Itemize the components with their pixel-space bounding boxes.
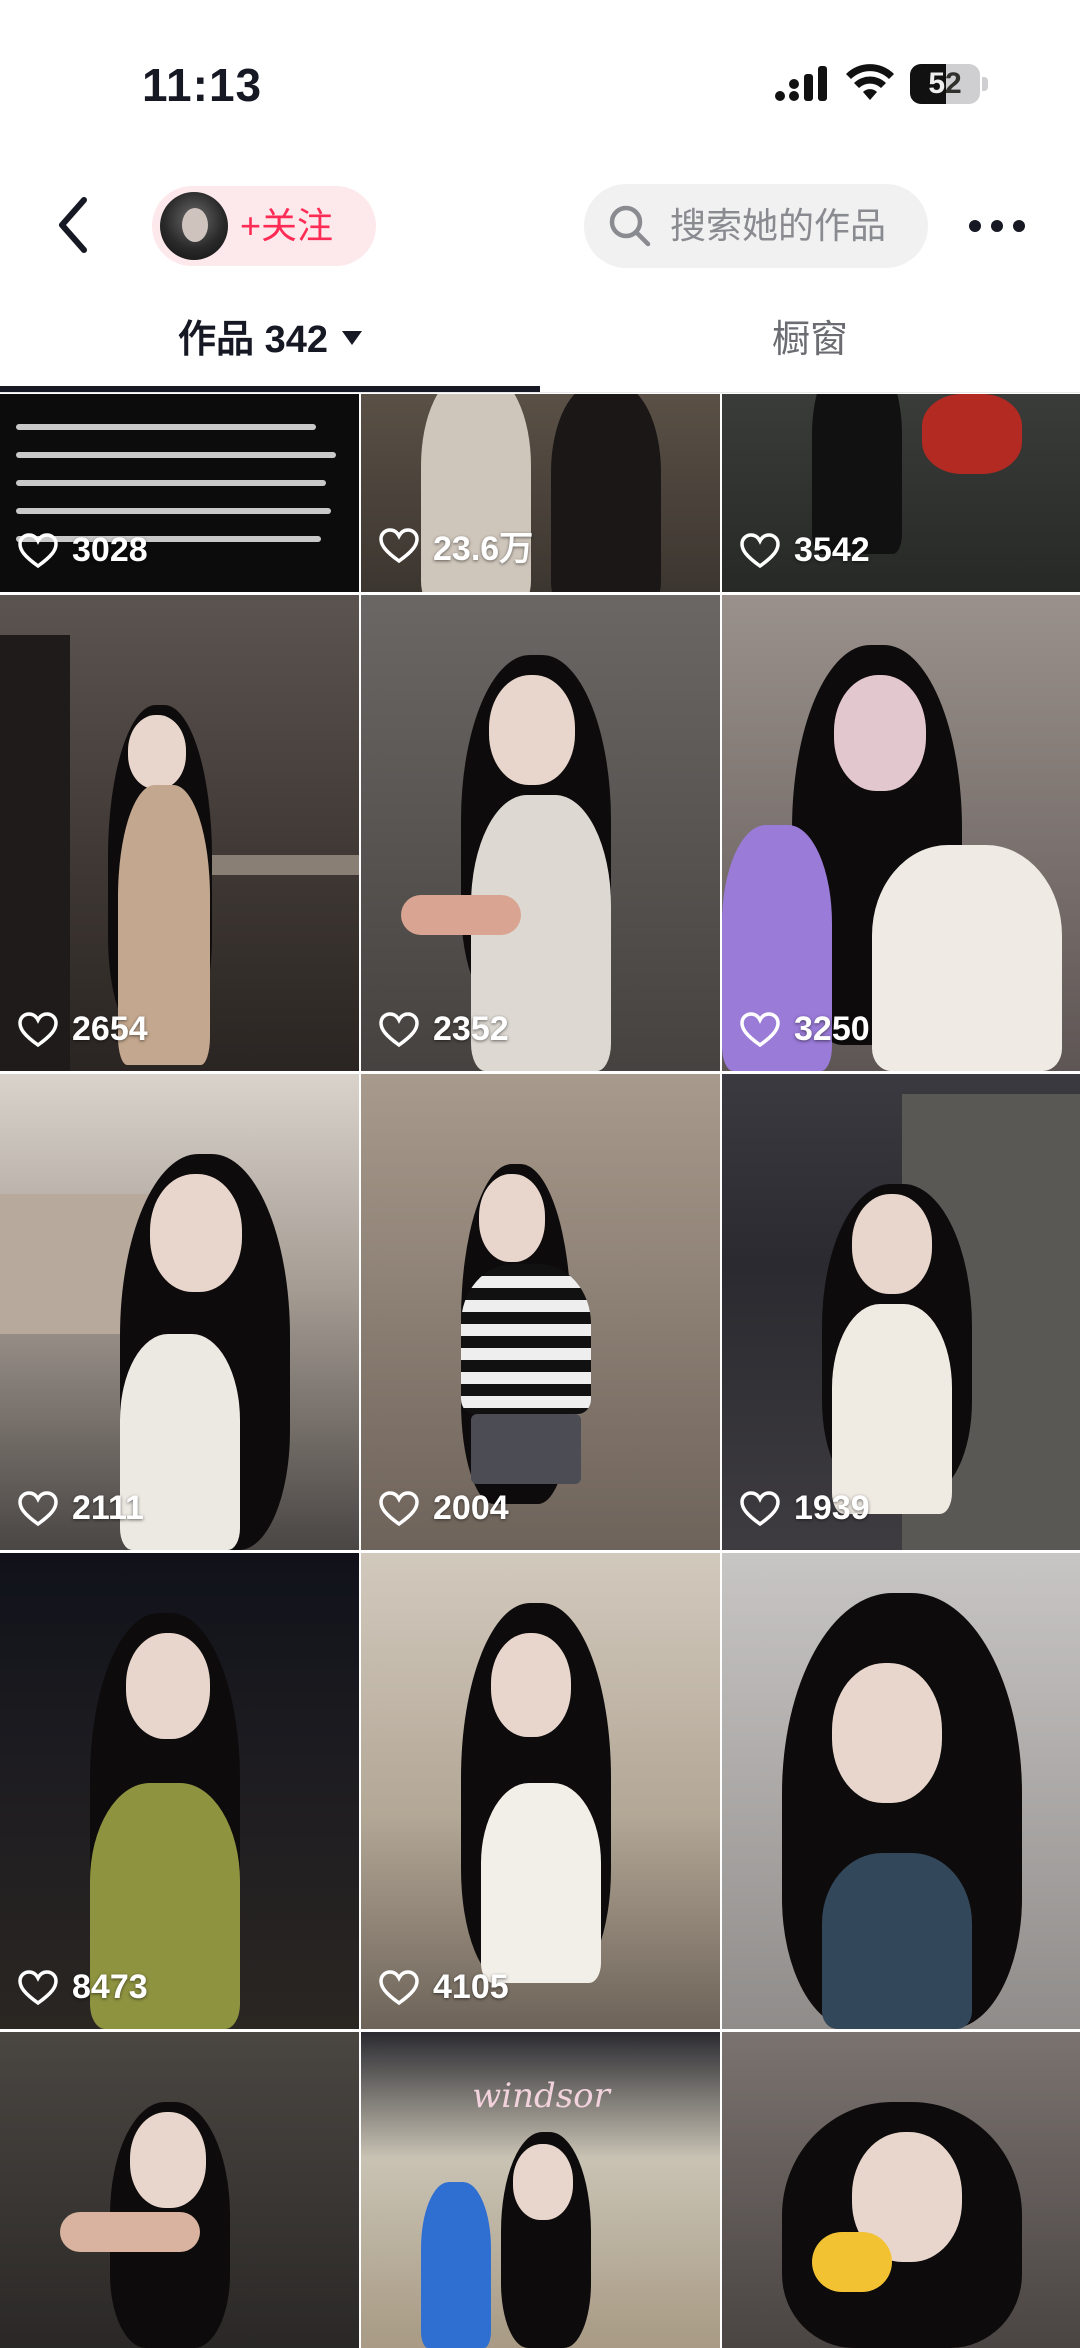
video-thumbnail[interactable]: 23.6万: [361, 394, 720, 592]
battery-icon: 52: [910, 64, 988, 104]
heart-icon: [379, 1490, 419, 1526]
heart-icon: [18, 1011, 58, 1047]
like-count: 3028: [72, 531, 148, 569]
search-icon: [609, 205, 651, 247]
video-thumbnail[interactable]: 2004: [361, 1074, 720, 1550]
heart-icon: [740, 532, 780, 568]
heart-icon: [379, 527, 419, 563]
like-count: 2352: [433, 1010, 509, 1048]
like-count: 4105: [433, 1968, 509, 2006]
like-count: 2111: [72, 1489, 144, 1527]
heart-icon: [18, 1969, 58, 2005]
tab-works-label: 作品 342: [178, 319, 328, 361]
battery-level: 52: [928, 67, 962, 100]
like-count: 8473: [72, 1968, 148, 2006]
like-count: 23.6万: [433, 530, 534, 568]
video-thumbnail[interactable]: 3028: [0, 394, 359, 592]
heart-icon: [18, 1490, 58, 1526]
video-thumbnail[interactable]: 4105: [361, 1553, 720, 2029]
video-thumbnail[interactable]: 1939: [722, 1074, 1080, 1550]
video-thumbnail[interactable]: [0, 2032, 359, 2348]
tab-showcase-label: 橱窗: [771, 319, 848, 361]
video-thumbnail[interactable]: 2352: [361, 595, 720, 1071]
heart-icon: [740, 1490, 780, 1526]
chevron-left-icon[interactable]: [52, 194, 96, 256]
like-count: 3542: [794, 531, 870, 569]
follow-label: +关注: [240, 205, 334, 246]
profile-header: +关注: [0, 160, 1080, 290]
video-thumbnail[interactable]: [722, 1553, 1080, 2029]
wifi-icon: [846, 64, 894, 100]
caret-down-icon[interactable]: [341, 330, 362, 345]
heart-icon: [379, 1011, 419, 1047]
like-count: 3250: [794, 1010, 870, 1048]
more-dots-icon[interactable]: [966, 206, 1028, 246]
like-count: 2654: [72, 1010, 148, 1048]
video-thumbnail[interactable]: 2111: [0, 1074, 359, 1550]
status-time: 11:13: [142, 59, 263, 111]
video-thumbnail[interactable]: 8473: [0, 1553, 359, 2029]
store-sign: windsor: [472, 2076, 610, 2116]
profile-tabs: 作品 342 橱窗: [0, 300, 1080, 394]
divider: [0, 392, 1080, 393]
search-input[interactable]: [670, 184, 920, 268]
video-thumbnail[interactable]: 3250: [722, 595, 1080, 1071]
video-grid: 3028 23.6万 3542 2654 2352 3250 2111 2004…: [0, 394, 1080, 2348]
tab-works[interactable]: 作品 342: [0, 300, 540, 386]
like-count: 2004: [433, 1489, 509, 1527]
follow-button[interactable]: +关注: [152, 186, 376, 266]
heart-icon: [18, 532, 58, 568]
heart-icon: [740, 1011, 780, 1047]
heart-icon: [379, 1969, 419, 2005]
search-box[interactable]: [584, 184, 928, 268]
status-bar: 11:13 52: [0, 0, 1080, 150]
avatar[interactable]: [160, 192, 228, 260]
like-count: 1939: [794, 1489, 870, 1527]
video-thumbnail[interactable]: 3542: [722, 394, 1080, 592]
video-thumbnail[interactable]: windsor: [361, 2032, 720, 2348]
video-thumbnail[interactable]: [722, 2032, 1080, 2348]
video-thumbnail[interactable]: 2654: [0, 595, 359, 1071]
tab-showcase[interactable]: 橱窗: [540, 300, 1080, 386]
signal-icon: [775, 66, 827, 101]
